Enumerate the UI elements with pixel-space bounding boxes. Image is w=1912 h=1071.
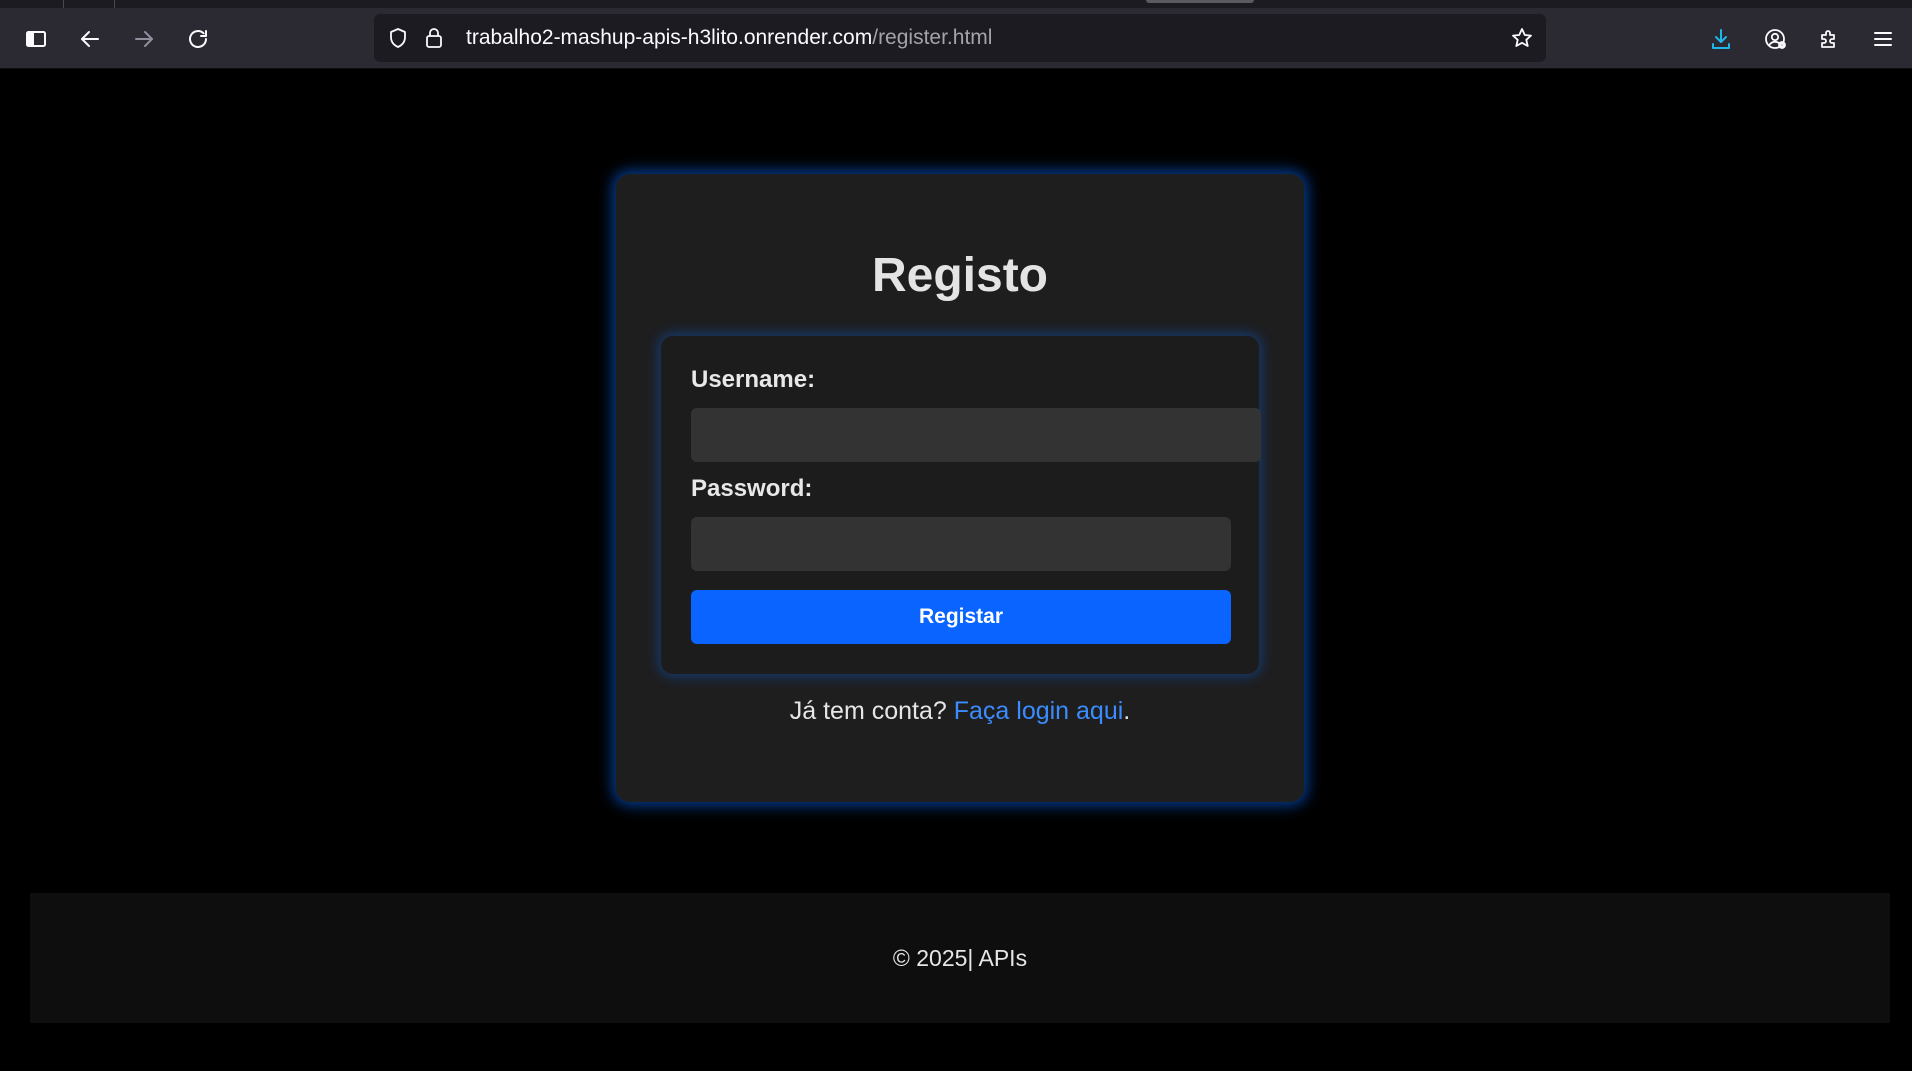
download-icon[interactable] bbox=[1703, 21, 1739, 57]
url-host: trabalho2-mashup-apis-h3lito.onrender.co… bbox=[466, 26, 873, 49]
shield-icon[interactable] bbox=[386, 26, 410, 50]
lock-icon[interactable] bbox=[422, 26, 446, 50]
register-form: Username: Password: Registar bbox=[661, 336, 1261, 674]
login-prompt-suffix: . bbox=[1123, 697, 1131, 725]
active-tab-indicator[interactable] bbox=[1146, 0, 1254, 3]
register-button[interactable]: Registar bbox=[691, 590, 1231, 644]
page-title: Registo bbox=[871, 249, 1048, 302]
sidebar-icon[interactable] bbox=[18, 21, 54, 57]
url-bar[interactable]: trabalho2-mashup-apis-h3lito.onrender.co… bbox=[374, 14, 1546, 62]
tab-strip bbox=[0, 0, 1912, 8]
register-card: Registo Username: Password: Registar Já … bbox=[616, 174, 1304, 802]
login-prompt-text: Já tem conta? bbox=[789, 697, 954, 725]
footer-copyright: © 2025| APIs bbox=[892, 945, 1028, 971]
password-label: Password: bbox=[691, 475, 813, 502]
reload-icon[interactable] bbox=[180, 21, 216, 57]
page-content: Registo Username: Password: Registar Já … bbox=[0, 70, 1912, 1071]
tab-separator bbox=[114, 0, 115, 8]
tab-separator bbox=[63, 0, 64, 8]
username-label: Username: bbox=[691, 366, 816, 393]
back-arrow-icon[interactable] bbox=[72, 21, 108, 57]
puzzle-icon[interactable] bbox=[1811, 21, 1847, 57]
hamburger-menu-icon[interactable] bbox=[1865, 21, 1901, 57]
star-icon[interactable] bbox=[1510, 26, 1534, 50]
url-text[interactable]: trabalho2-mashup-apis-h3lito.onrender.co… bbox=[466, 14, 992, 62]
username-input[interactable] bbox=[691, 408, 1261, 462]
login-prompt: Já tem conta? Faça login aqui. bbox=[616, 697, 1304, 726]
login-link[interactable]: Faça login aqui bbox=[954, 697, 1124, 725]
browser-toolbar: trabalho2-mashup-apis-h3lito.onrender.co… bbox=[0, 8, 1912, 69]
page-footer: © 2025| APIs bbox=[30, 893, 1890, 1023]
password-input[interactable] bbox=[691, 517, 1231, 571]
url-path: /register.html bbox=[872, 26, 993, 49]
forward-arrow-icon[interactable] bbox=[126, 21, 162, 57]
account-icon[interactable] bbox=[1757, 21, 1793, 57]
